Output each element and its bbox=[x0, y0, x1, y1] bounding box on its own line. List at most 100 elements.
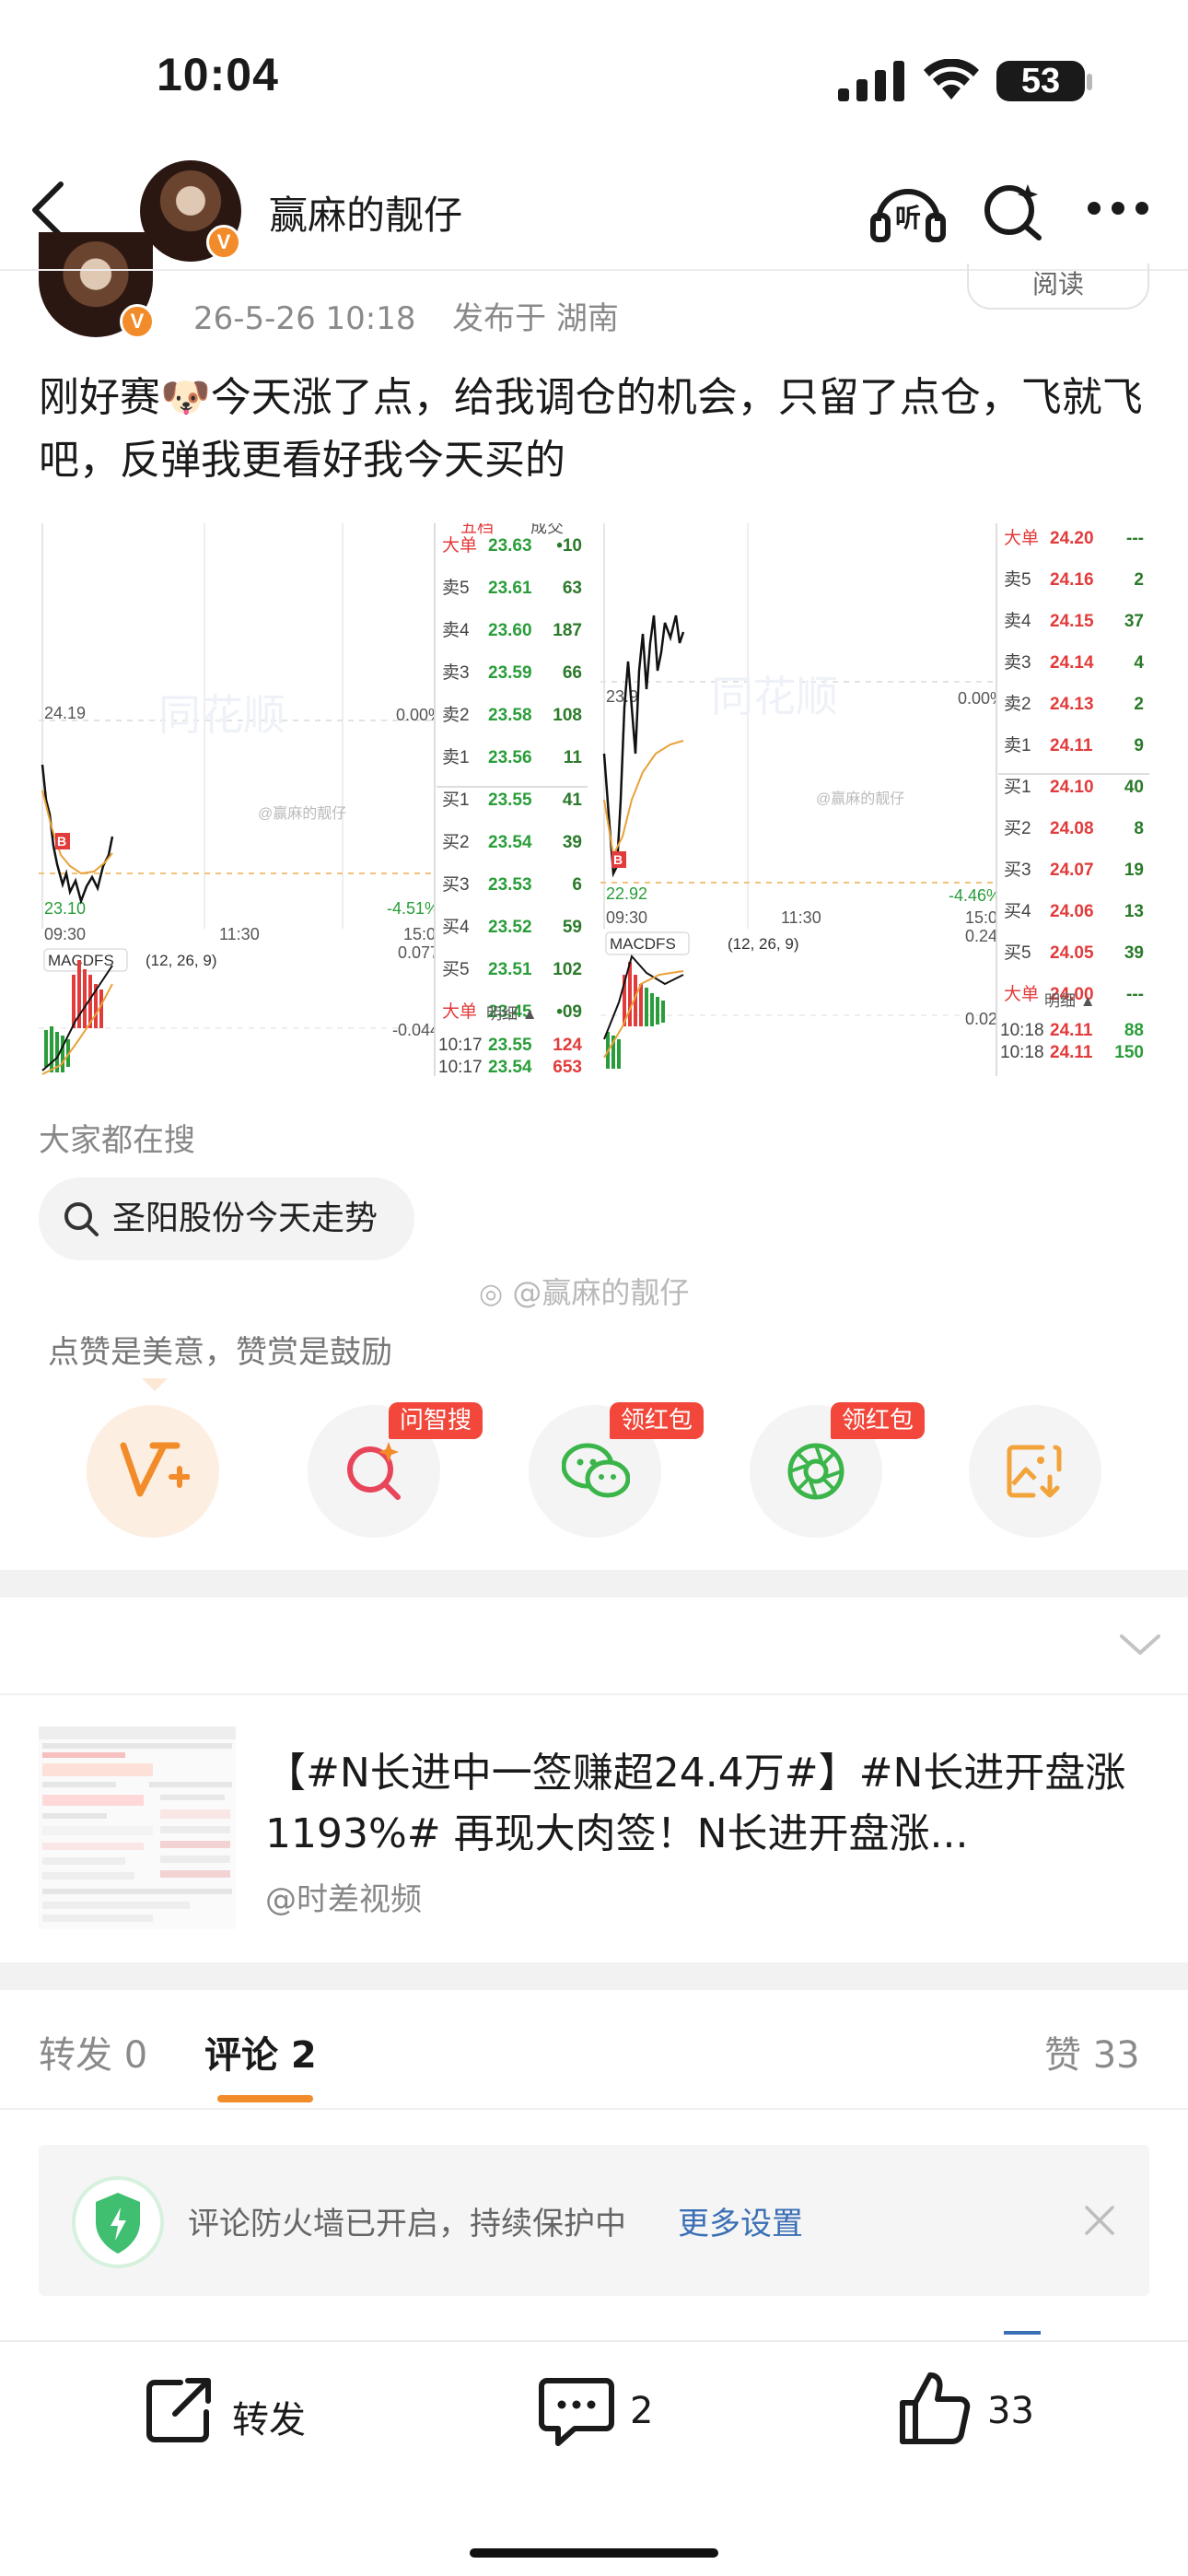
order-book-label: 卖2 bbox=[442, 705, 470, 725]
order-book-volume: 63 bbox=[563, 579, 582, 598]
search-chip-label: 圣阳股份今天走势 bbox=[112, 1200, 379, 1237]
repost-icon[interactable] bbox=[144, 2375, 214, 2445]
order-book-label: 买4 bbox=[1004, 902, 1031, 921]
v-plus-icon bbox=[120, 1442, 190, 1497]
chart-image-right[interactable]: 23.9 0.00% 22.92 -4.46% 同花顺 @赢麻的靓仔 B 09:… bbox=[600, 523, 1149, 1076]
trade-price: 23.54 bbox=[488, 1058, 532, 1076]
chart-left-price-low: 23.10 bbox=[44, 899, 86, 918]
order-book-price: 24.15 bbox=[1050, 612, 1094, 631]
search-section-title: 大家都在搜 bbox=[39, 1122, 195, 1159]
order-book-label: 买5 bbox=[1004, 943, 1031, 963]
firewall-text: 评论防火墙已开启，持续保护中 bbox=[188, 2206, 626, 2242]
trade-volume: 150 bbox=[1114, 1043, 1144, 1062]
wechat-icon bbox=[562, 1443, 630, 1498]
chart-left-tab-1: 五档 bbox=[460, 523, 494, 536]
order-book-volume: --- bbox=[1126, 985, 1144, 1004]
order-book-volume: 59 bbox=[563, 918, 582, 937]
close-icon[interactable] bbox=[1083, 2204, 1116, 2237]
chart-left-macd-bars bbox=[41, 960, 113, 1075]
recommend-source[interactable]: @时差视频 bbox=[265, 1874, 422, 1919]
nav-username[interactable]: 赢麻的靓仔 bbox=[269, 184, 462, 240]
signal-icon bbox=[838, 61, 904, 101]
order-book-label: 买3 bbox=[1004, 861, 1031, 880]
order-book-price: 24.16 bbox=[1050, 570, 1094, 590]
order-book-price: 23.60 bbox=[488, 621, 532, 640]
read-button[interactable]: 阅读 bbox=[967, 263, 1149, 310]
order-book-price: 24.14 bbox=[1050, 653, 1094, 673]
chart-left-price-open: 24.19 bbox=[44, 704, 86, 722]
chart-left-t-start: 09:30 bbox=[44, 925, 86, 943]
tab-repost[interactable]: 转发 0 bbox=[39, 2025, 147, 2078]
order-book-price: 24.05 bbox=[1050, 943, 1094, 963]
order-book-price: 24.07 bbox=[1050, 861, 1094, 880]
action-tag-wechat: 领红包 bbox=[610, 1402, 705, 1439]
home-indicator bbox=[470, 2548, 718, 2558]
order-book-price: 24.11 bbox=[1050, 736, 1093, 755]
post-text: 刚好赛🐶今天涨了点，给我调仓的机会，只留了点仓，飞就飞吧，反弹我更看好我今天买的 bbox=[39, 374, 1143, 484]
order-book-volume: 8 bbox=[1134, 819, 1144, 838]
ai-search-icon[interactable] bbox=[982, 179, 1046, 243]
search-chip[interactable]: 圣阳股份今天走势 bbox=[39, 1177, 415, 1260]
search-icon bbox=[64, 1202, 99, 1236]
firewall-settings-link[interactable]: 更多设置 bbox=[678, 2198, 803, 2243]
back-icon[interactable] bbox=[28, 181, 68, 240]
chart-right-macd-label: MACDFS bbox=[610, 935, 676, 953]
recommend-divider bbox=[0, 1693, 1188, 1695]
recommend-thumbnail[interactable] bbox=[39, 1727, 236, 1929]
bottom-like-count[interactable]: 33 bbox=[987, 2390, 1034, 2432]
moments-icon bbox=[787, 1443, 844, 1500]
order-book-volume: 2 bbox=[1134, 570, 1144, 590]
order-book-volume: 66 bbox=[563, 663, 582, 683]
svg-text:B: B bbox=[613, 852, 623, 867]
battery-indicator: 53 bbox=[996, 61, 1085, 101]
order-book-price: 24.08 bbox=[1050, 819, 1094, 838]
chart-left-macd-high: 0.077 bbox=[398, 943, 439, 962]
like-note: 点赞是美意，赞赏是鼓励 bbox=[48, 1334, 392, 1371]
order-book-label: 卖5 bbox=[1004, 569, 1031, 590]
post-meta: 26-5-26 10:18 发布于 湖南 bbox=[193, 293, 619, 338]
order-book-price: 23.51 bbox=[488, 960, 532, 979]
order-book-price: 23.59 bbox=[488, 663, 532, 683]
recommend-thumbnail-image bbox=[39, 1727, 236, 1922]
order-book-label: 大单 bbox=[442, 1001, 477, 1022]
collapse-chevron-icon[interactable] bbox=[1118, 1633, 1162, 1658]
chart-left-macd-low: -0.044 bbox=[392, 1021, 439, 1039]
chart-image-left[interactable]: 24.19 0.00% 23.10 -4.51% 同花顺 @赢麻的靓仔 B 09… bbox=[39, 523, 588, 1076]
order-book-label: 卖2 bbox=[1004, 694, 1031, 714]
like-icon[interactable] bbox=[897, 2370, 971, 2447]
save-image-button[interactable] bbox=[969, 1405, 1101, 1538]
bottom-comment-count[interactable]: 2 bbox=[630, 2390, 653, 2432]
order-book-label: 大单 bbox=[1004, 528, 1039, 548]
tab-like[interactable]: 赞 33 bbox=[1044, 2025, 1140, 2078]
status-time: 10:04 bbox=[157, 49, 279, 100]
order-book-volume: 41 bbox=[563, 790, 583, 810]
order-book-volume: 37 bbox=[1124, 612, 1144, 631]
order-book-label: 买4 bbox=[442, 918, 470, 937]
image-watermark: ◎ @赢麻的靓仔 bbox=[479, 1270, 689, 1312]
tab-comment[interactable]: 评论 2 bbox=[204, 2025, 317, 2078]
chart-right-detail-label: 明细 ▲ bbox=[1044, 992, 1096, 1010]
chart-right-watermark: @赢麻的靓仔 bbox=[816, 790, 904, 807]
more-icon[interactable] bbox=[1087, 201, 1149, 216]
order-book-price: 24.10 bbox=[1050, 778, 1094, 797]
order-book-price: 23.55 bbox=[488, 790, 532, 810]
order-book-label: 买2 bbox=[1004, 819, 1031, 838]
comment-icon[interactable] bbox=[538, 2375, 615, 2449]
verified-badge: V bbox=[206, 225, 241, 260]
chart-right-watermark-bg: 同花顺 bbox=[711, 673, 838, 720]
order-book-volume: 102 bbox=[553, 960, 582, 979]
order-book-volume: 4 bbox=[1134, 653, 1144, 673]
wifi-icon bbox=[924, 59, 979, 100]
trade-price: 23.55 bbox=[488, 1036, 532, 1055]
listen-icon[interactable]: 听 bbox=[869, 179, 947, 243]
trade-volume: 124 bbox=[553, 1036, 582, 1055]
chart-left-avg-line bbox=[41, 790, 113, 875]
svg-text:听: 听 bbox=[895, 203, 921, 233]
recommend-title[interactable]: 【#N长进中一签赚超24.4万#】#N长进开盘涨1193%# 再现大肉签！N长进… bbox=[265, 1743, 1149, 1865]
reward-button[interactable] bbox=[87, 1405, 219, 1538]
chart-left-watermark: @赢麻的靓仔 bbox=[258, 805, 346, 822]
section-separator bbox=[0, 1570, 1188, 1598]
bottom-repost-label[interactable]: 转发 bbox=[232, 2390, 306, 2443]
trade-time: 10:17 bbox=[438, 1058, 483, 1076]
shield-icon bbox=[72, 2176, 164, 2268]
